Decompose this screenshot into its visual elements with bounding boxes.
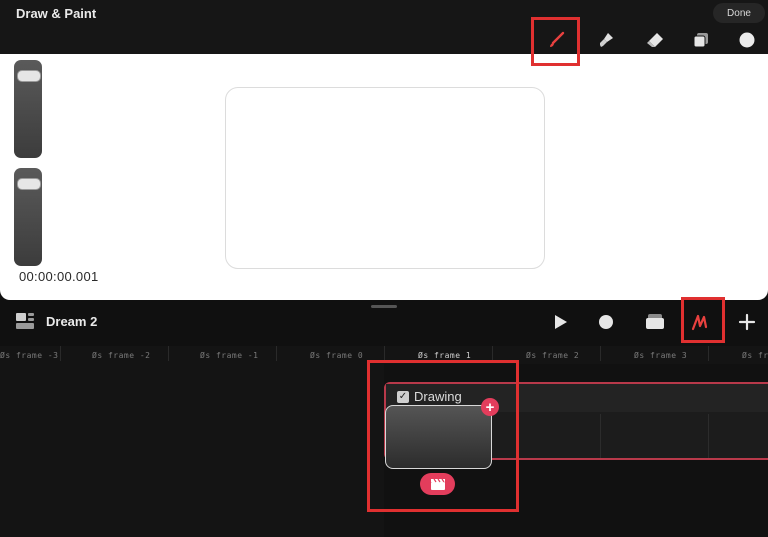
ruler-tick — [276, 346, 277, 361]
eraser-icon — [647, 33, 663, 47]
color-button[interactable] — [735, 28, 759, 52]
slider-thumb[interactable] — [17, 178, 41, 190]
frame-label: Øs frame -1 — [200, 351, 259, 360]
timeline-left-area — [0, 364, 384, 537]
frame-label: Øs frame 2 — [526, 351, 580, 360]
annotation-box-drawing-clip — [367, 360, 519, 512]
color-circle-icon — [739, 32, 755, 48]
project-title: Dream 2 — [46, 314, 98, 329]
smudge-icon — [600, 33, 613, 47]
brush-size-slider[interactable] — [14, 60, 42, 158]
onion-skin-button[interactable] — [642, 310, 668, 334]
project-grid-icon[interactable] — [16, 313, 34, 329]
record-button[interactable] — [593, 310, 619, 334]
ruler-tick — [492, 346, 493, 361]
timecode: 00:00:00.001 — [19, 269, 99, 284]
frame-label: Øs frame 3 — [634, 351, 688, 360]
slider-thumb[interactable] — [17, 70, 41, 82]
layers-icon — [693, 33, 708, 48]
smudge-tool-button[interactable] — [594, 28, 618, 52]
play-button[interactable] — [547, 310, 573, 334]
drawing-canvas[interactable] — [225, 87, 545, 269]
play-icon — [555, 315, 567, 329]
annotation-box-brush — [531, 17, 580, 66]
frame-label: Øs fram — [742, 351, 768, 360]
done-button[interactable]: Done — [713, 3, 765, 23]
annotation-box-draw-mode — [681, 297, 725, 343]
frame-label-current: Øs frame 1 — [418, 351, 472, 360]
add-icon — [738, 313, 756, 331]
frame-label: Øs frame -2 — [92, 351, 151, 360]
frame-label: Øs frame -3 — [0, 351, 59, 360]
frame-cell[interactable] — [600, 414, 709, 458]
ruler-tick — [600, 346, 601, 361]
frame-label: Øs frame 0 — [310, 351, 364, 360]
ruler-tick — [708, 346, 709, 361]
ruler-tick — [60, 346, 61, 361]
add-button[interactable] — [734, 310, 760, 334]
eraser-tool-button[interactable] — [643, 28, 667, 52]
frame-cell[interactable] — [708, 414, 768, 458]
ruler-tick — [384, 346, 385, 361]
onion-skin-icon — [646, 314, 664, 329]
panel-drag-handle[interactable] — [371, 305, 397, 308]
app-title: Draw & Paint — [16, 6, 97, 21]
ruler-tick — [168, 346, 169, 361]
layers-tool-button[interactable] — [689, 28, 713, 52]
record-dot-icon — [599, 315, 613, 329]
brush-opacity-slider[interactable] — [14, 168, 42, 266]
